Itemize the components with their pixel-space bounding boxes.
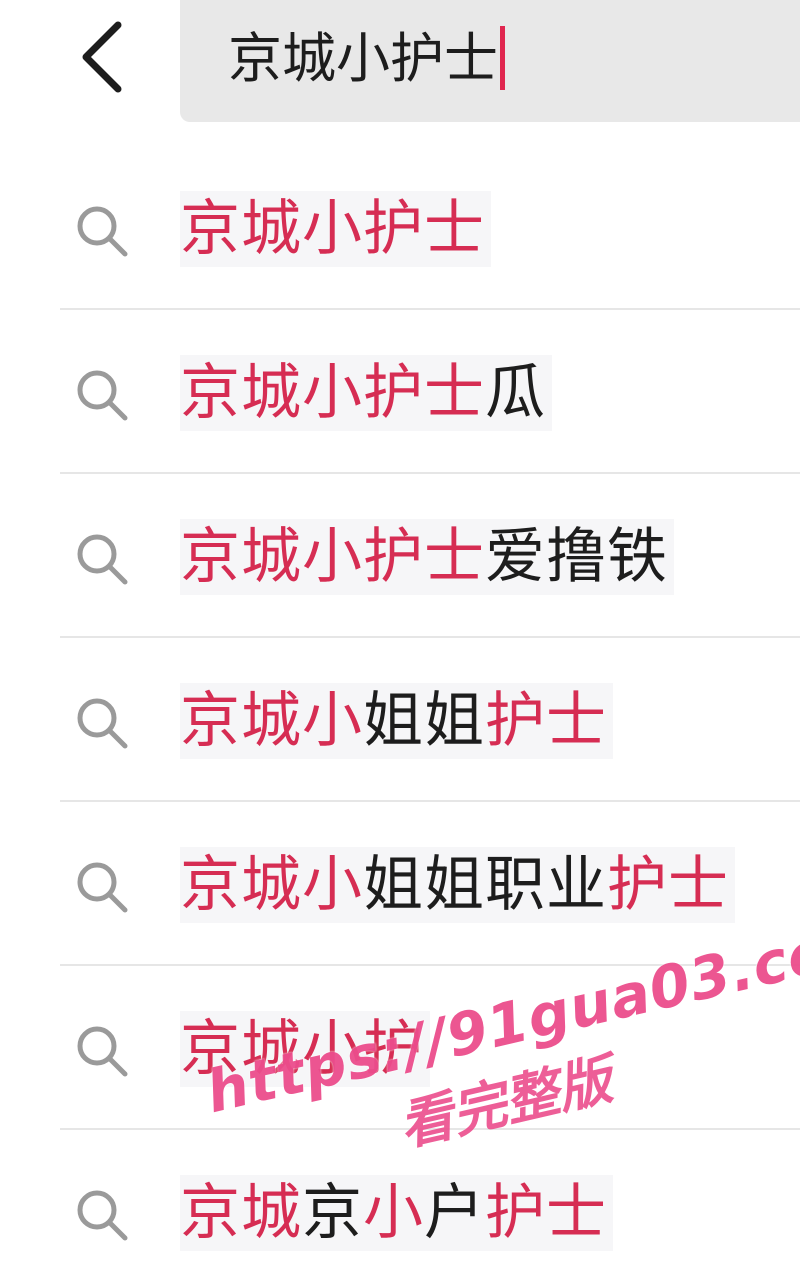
suggestion-item[interactable]: 京城小姐姐职业护士 bbox=[0, 802, 800, 966]
suggestion-item[interactable]: 京城小护 bbox=[0, 966, 800, 1130]
search-query-text: 京城小护士 bbox=[228, 24, 505, 94]
unmatched-text: 爱撸铁 bbox=[485, 522, 668, 592]
matched-text: 京城小护士 bbox=[180, 194, 485, 264]
suggestion-text: 京城小护士瓜 bbox=[180, 355, 552, 431]
chevron-left-icon bbox=[82, 21, 122, 93]
suggestion-text: 京城小姐姐护士 bbox=[180, 683, 613, 759]
suggestion-list: 京城小护士 京城小护士瓜 京城小护士爱撸铁 京城小姐姐护士 京城小姐姐职业护士 京城小护京… bbox=[0, 146, 800, 1280]
matched-text: 京城小护 bbox=[180, 1014, 424, 1084]
search-icon bbox=[77, 862, 128, 913]
search-icon bbox=[77, 1026, 128, 1077]
matched-text: 京城小 bbox=[180, 850, 363, 920]
unmatched-text: 户 bbox=[424, 1178, 485, 1248]
search-icon bbox=[77, 534, 128, 585]
unmatched-text: 京 bbox=[302, 1178, 363, 1248]
suggestion-item[interactable]: 京城京小户护士 bbox=[0, 1130, 800, 1280]
suggestion-text: 京城小护士 bbox=[180, 191, 491, 267]
matched-text: 小 bbox=[363, 1178, 424, 1248]
text-caret bbox=[500, 26, 505, 91]
matched-text: 京城 bbox=[180, 1178, 302, 1248]
matched-text: 京城小护士 bbox=[180, 358, 485, 428]
unmatched-text: 姐姐 bbox=[363, 686, 485, 756]
suggestion-item[interactable]: 京城小护士爱撸铁 bbox=[0, 474, 800, 638]
search-icon bbox=[77, 1190, 128, 1241]
unmatched-text: 姐姐职业 bbox=[363, 850, 607, 920]
suggestion-text: 京城京小户护士 bbox=[180, 1175, 613, 1251]
search-input[interactable]: 京城小护士 bbox=[180, 0, 800, 122]
matched-text: 护士 bbox=[485, 686, 607, 756]
search-icon bbox=[77, 370, 128, 421]
search-icon bbox=[77, 206, 128, 257]
suggestion-item[interactable]: 京城小姐姐护士 bbox=[0, 638, 800, 802]
suggestion-item[interactable]: 京城小护士 bbox=[0, 146, 800, 310]
search-query-value: 京城小护士 bbox=[228, 27, 498, 90]
suggestion-text: 京城小护士爱撸铁 bbox=[180, 519, 674, 595]
matched-text: 护士 bbox=[607, 850, 729, 920]
search-icon bbox=[77, 698, 128, 749]
matched-text: 京城小 bbox=[180, 686, 363, 756]
suggestion-item[interactable]: 京城小护士瓜 bbox=[0, 310, 800, 474]
suggestion-text: 京城小姐姐职业护士 bbox=[180, 847, 735, 923]
top-bar: 京城小护士 bbox=[0, 0, 800, 124]
search-suggestion-screen: 京城小护士 京城小护士 京城小护士瓜 京城小护士爱撸铁 京城小姐姐护士 京城小姐姐职业护… bbox=[0, 0, 800, 1280]
back-button[interactable] bbox=[56, 12, 146, 102]
matched-text: 京城小护士 bbox=[180, 522, 485, 592]
unmatched-text: 瓜 bbox=[485, 358, 546, 428]
suggestion-text: 京城小护 bbox=[180, 1011, 430, 1087]
matched-text: 护士 bbox=[485, 1178, 607, 1248]
